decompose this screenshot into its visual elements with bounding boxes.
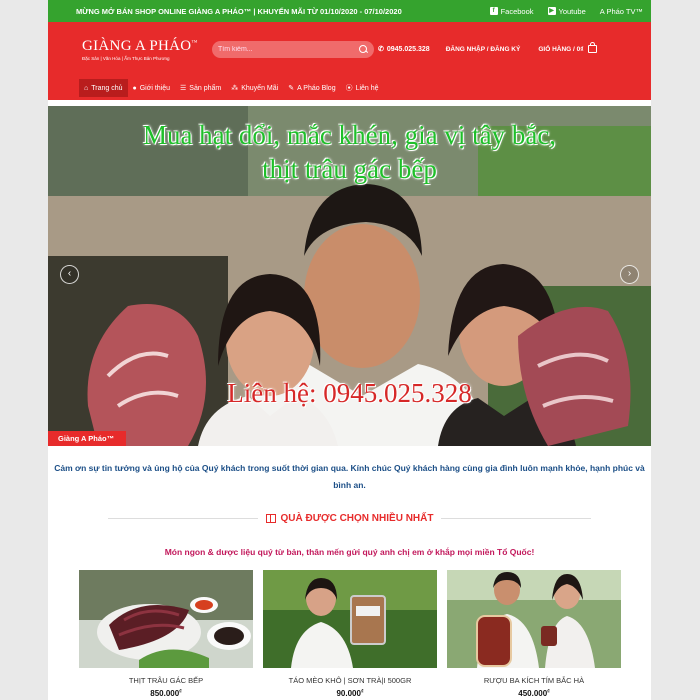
slider-next-button[interactable]: ›: [620, 265, 639, 284]
product-name[interactable]: TÁO MÈO KHÔ | SƠN TRÀ|I 500GR: [263, 676, 437, 685]
divider: [441, 518, 592, 519]
shopping-bag-icon: [587, 42, 597, 53]
info-icon: ●: [132, 84, 137, 92]
youtube-link[interactable]: ▶ Youtube: [547, 6, 586, 16]
nav-item-contact[interactable]: ⦿ Liên hệ: [341, 79, 384, 97]
nav-item-promotions[interactable]: ⁂ Khuyến Mãi: [226, 79, 283, 97]
phone-number: 0945.025.328: [386, 45, 430, 53]
product-image[interactable]: [263, 570, 437, 668]
edit-icon: ✎: [288, 85, 295, 92]
nav-item-blog[interactable]: ✎ A Pháo Blog: [283, 79, 340, 97]
product-price: 450.000₫: [447, 689, 621, 698]
hero-headline-line2: thịt trâu gác bếp: [262, 154, 437, 184]
nav-item-about[interactable]: ● Giới thiệu: [128, 79, 176, 97]
slider-prev-button[interactable]: ‹: [60, 265, 79, 284]
price-value: 90.000: [336, 689, 361, 698]
product-card[interactable]: RƯỢU BA KÍCH TÍM BẮC HÀ 450.000₫: [447, 570, 621, 698]
nav-label: Trang chủ: [91, 84, 123, 92]
page: MỪNG MỞ BÁN SHOP ONLINE GIÀNG A PHÁO™ | …: [48, 0, 651, 700]
header-phone[interactable]: ✆ 0945.025.328: [378, 45, 430, 54]
nav-label: Giới thiệu: [139, 84, 171, 92]
facebook-label: Facebook: [500, 6, 534, 16]
hero-slider: Mua hạt dổi, mắc khén, gia vị tây bắc, t…: [48, 106, 651, 446]
price-currency: ₫: [360, 689, 364, 695]
search-box: [212, 40, 374, 58]
cart-link[interactable]: GIỎ HÀNG / 0₫: [538, 42, 597, 53]
main-nav: ⌂ Trang chủ ● Giới thiệu ☰ Sản phẩm ⁂ Khuyến…: [48, 76, 651, 100]
phone-icon: ✆: [378, 46, 384, 53]
product-card[interactable]: TÁO MÈO KHÔ | SƠN TRÀ|I 500GR 90.000₫: [263, 570, 437, 698]
home-icon: ⌂: [84, 84, 89, 92]
apho-tv-link[interactable]: A Pháo TV™: [600, 7, 643, 16]
divider: [107, 518, 258, 519]
youtube-label: Youtube: [558, 6, 586, 16]
facebook-icon: f: [489, 7, 498, 15]
nav-label: A Pháo Blog: [297, 84, 336, 92]
product-name[interactable]: RƯỢU BA KÍCH TÍM BẮC HÀ: [447, 676, 621, 685]
top-bar: MỪNG MỞ BÁN SHOP ONLINE GIÀNG A PHÁO™ | …: [48, 0, 651, 22]
logo-text: GIÀNG A PHÁO: [82, 37, 192, 54]
search-input[interactable]: [218, 45, 359, 53]
price-value: 850.000: [150, 689, 180, 698]
section-subtitle: Món ngon & dược liệu quý từ bản, thân mế…: [164, 547, 535, 557]
product-image[interactable]: [79, 570, 253, 668]
search-icon[interactable]: [359, 44, 368, 54]
login-link[interactable]: ĐĂNG NHẬP / ĐĂNG KÝ: [446, 46, 521, 53]
facebook-link[interactable]: f Facebook: [489, 6, 534, 16]
nav-item-home[interactable]: ⌂ Trang chủ: [79, 79, 128, 97]
product-price: 850.000₫: [79, 689, 253, 698]
product-list: THỊT TRÂU GÁC BẾP 850.000₫ TÁO MÈO KHÔ |…: [79, 570, 621, 698]
section-title: QUÀ ĐƯỢC CHỌN NHIỀU NHẤT: [280, 513, 434, 524]
cart-label: GIỎ HÀNG / 0₫: [538, 45, 584, 53]
hero-contact: Liên hệ: 0945.025.328: [227, 378, 472, 408]
product-card[interactable]: THỊT TRÂU GÁC BẾP 850.000₫: [79, 570, 253, 698]
location-icon: ⦿: [345, 85, 353, 92]
nav-item-products[interactable]: ☰ Sản phẩm: [175, 79, 226, 97]
thanks-message: Cảm ơn sự tin tưởng và ủng hộ của Quý kh…: [54, 463, 645, 490]
apho-tv-label: A Pháo TV™: [599, 6, 643, 16]
product-image[interactable]: [447, 570, 621, 668]
promo-text: MỪNG MỞ BÁN SHOP ONLINE GIÀNG A PHÁO™ | …: [76, 6, 402, 16]
logo-tm: ™: [191, 39, 198, 46]
gift-icon: [265, 514, 276, 523]
top-links: f Facebook ▶ Youtube A Pháo TV™: [489, 6, 643, 16]
hero-caption: Giàng A Pháo™: [48, 431, 127, 446]
product-name[interactable]: THỊT TRÂU GÁC BẾP: [79, 676, 253, 685]
logo-tagline: Đặc Sản | Văn Hóa | Ẩm Thực Bản Phương: [82, 55, 170, 61]
header: GIÀNG A PHÁO™ Đặc Sản | Văn Hóa | Ẩm Thự…: [48, 22, 651, 76]
sitemap-icon: ⁂: [231, 85, 239, 92]
nav-label: Sản phẩm: [189, 84, 222, 92]
price-currency: ₫: [179, 689, 182, 695]
logo[interactable]: GIÀNG A PHÁO™ Đặc Sản | Văn Hóa | Ẩm Thự…: [82, 38, 212, 61]
nav-label: Khuyến Mãi: [241, 84, 279, 92]
youtube-icon: ▶: [547, 7, 556, 15]
hero-headline-line1: Mua hạt dổi, mắc khén, gia vị tây bắc,: [142, 120, 557, 150]
price-currency: ₫: [547, 689, 550, 695]
nav-label: Liên hệ: [355, 84, 379, 92]
list-icon: ☰: [180, 85, 187, 92]
product-price: 90.000₫: [263, 689, 437, 698]
section-header: QUÀ ĐƯỢC CHỌN NHIỀU NHẤT: [48, 513, 651, 524]
price-value: 450.000: [518, 689, 548, 698]
